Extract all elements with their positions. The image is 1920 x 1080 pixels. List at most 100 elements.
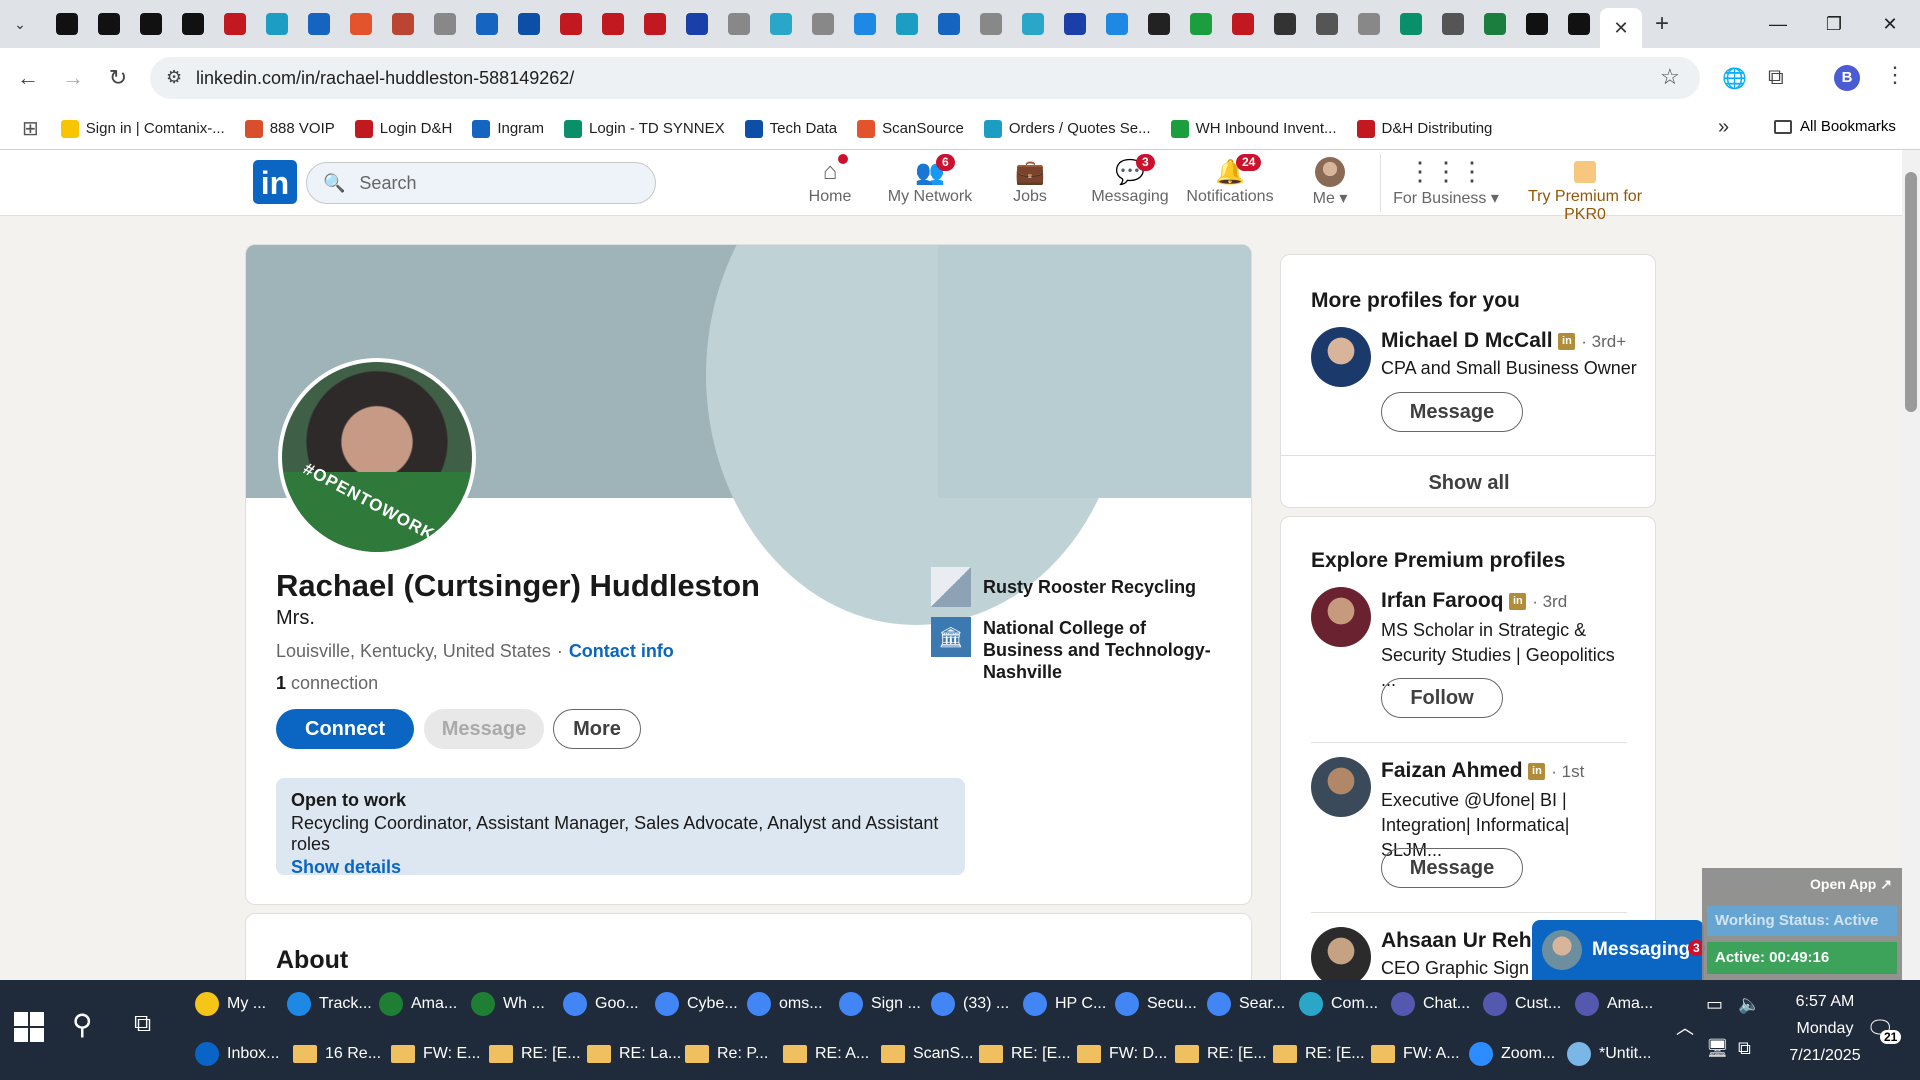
browser-tab[interactable] — [1558, 6, 1600, 42]
taskbar-window-button[interactable]: Ama... — [1575, 982, 1653, 1026]
nav-notifications[interactable]: 🔔 24 Notifications — [1180, 154, 1280, 206]
page-scrollbar[interactable] — [1902, 150, 1920, 980]
task-view-icon[interactable]: ⧉ — [134, 1010, 151, 1038]
try-premium-link[interactable]: Try Premium for PKR0 — [1510, 156, 1660, 224]
browser-tab[interactable] — [970, 6, 1012, 42]
bookmark-item[interactable]: Login - TD SYNNEX — [564, 119, 725, 138]
taskbar-window-button[interactable]: *Untit... — [1567, 1032, 1651, 1076]
search-input[interactable]: Search — [359, 173, 416, 194]
more-bookmarks-icon[interactable]: » — [1718, 116, 1729, 139]
follow-button[interactable]: Follow — [1381, 678, 1503, 718]
profile-link[interactable]: Irfan Farooq in · 3rd — [1381, 589, 1567, 613]
taskbar-window-button[interactable]: Cybe... — [655, 982, 738, 1026]
taskbar-window-button[interactable]: HP C... — [1023, 982, 1106, 1026]
messaging-overlay[interactable]: Messaging — [1532, 920, 1704, 980]
nav-home[interactable]: ⌂ Home — [780, 154, 880, 206]
close-window-button[interactable]: ✕ — [1862, 0, 1918, 48]
browser-tab[interactable] — [676, 6, 718, 42]
bookmark-item[interactable]: Orders / Quotes Se... — [983, 119, 1151, 138]
taskbar-window-button[interactable]: My ... — [195, 982, 266, 1026]
browser-tab[interactable] — [1432, 6, 1474, 42]
browser-tab[interactable] — [1516, 6, 1558, 42]
clock[interactable]: 6:57 AM Monday 7/21/2025 — [1770, 988, 1880, 1069]
browser-tab[interactable] — [634, 6, 676, 42]
taskbar-window-button[interactable]: RE: A... — [783, 1032, 869, 1076]
browser-tab[interactable] — [1096, 6, 1138, 42]
battery-icon[interactable]: ▭ — [1706, 994, 1723, 1015]
taskbar-window-button[interactable]: Chat... — [1391, 982, 1470, 1026]
nav-my-network[interactable]: 👥 6 My Network — [880, 154, 980, 206]
back-button[interactable]: ← — [10, 60, 46, 96]
taskbar-window-button[interactable]: Re: P... — [685, 1032, 768, 1076]
message-button[interactable]: Message — [424, 709, 544, 749]
active-tab[interactable]: ✕ — [1600, 8, 1642, 48]
taskbar-window-button[interactable]: Secu... — [1115, 982, 1197, 1026]
browser-tab[interactable] — [340, 6, 382, 42]
search-box[interactable]: 🔍 Search — [306, 162, 656, 204]
chrome-menu-icon[interactable]: ⋮ — [1884, 62, 1906, 88]
taskbar-window-button[interactable]: Zoom... — [1469, 1032, 1555, 1076]
nav-me[interactable]: Me ▾ — [1280, 156, 1380, 208]
taskbar-window-button[interactable]: RE: [E... — [1175, 1032, 1267, 1076]
education-school[interactable]: 🏛 National College of Business and Techn… — [931, 617, 1231, 683]
browser-tab[interactable] — [1012, 6, 1054, 42]
taskbar-window-button[interactable]: Cust... — [1483, 982, 1561, 1026]
browser-tab[interactable] — [550, 6, 592, 42]
contact-info-link[interactable]: Contact info — [569, 641, 674, 662]
site-info-icon[interactable]: ⚙ — [166, 67, 182, 88]
browser-tab[interactable] — [508, 6, 550, 42]
close-tab-icon[interactable]: ✕ — [1613, 18, 1628, 39]
scrollbar-thumb[interactable] — [1905, 172, 1917, 412]
taskbar-window-button[interactable]: RE: La... — [587, 1032, 681, 1076]
taskbar-window-button[interactable]: Goo... — [563, 982, 639, 1026]
bookmark-item[interactable]: Sign in | Comtanix-... — [60, 119, 225, 138]
browser-tab[interactable] — [1054, 6, 1096, 42]
message-button[interactable]: Message — [1381, 392, 1523, 432]
browser-tab[interactable] — [802, 6, 844, 42]
browser-tab[interactable] — [760, 6, 802, 42]
nav-jobs[interactable]: 💼 Jobs — [980, 156, 1080, 206]
taskbar-window-button[interactable]: Track... — [287, 982, 372, 1026]
browser-tab[interactable] — [88, 6, 130, 42]
bookmark-item[interactable]: Ingram — [472, 119, 544, 138]
taskbar-window-button[interactable]: Sign ... — [839, 982, 921, 1026]
taskbar-window-button[interactable]: FW: D... — [1077, 1032, 1167, 1076]
browser-tab[interactable] — [1474, 6, 1516, 42]
reload-button[interactable]: ↻ — [100, 60, 136, 96]
bookmark-item[interactable]: 888 VOIP — [244, 119, 335, 138]
browser-tab[interactable] — [1180, 6, 1222, 42]
browser-tab[interactable] — [1138, 6, 1180, 42]
for-business-menu[interactable]: ⋮⋮⋮ For Business ▾ — [1386, 156, 1506, 208]
show-all-link[interactable]: Show all — [1281, 472, 1655, 495]
display-icon[interactable]: ⧉ — [1738, 1038, 1751, 1059]
avatar[interactable] — [1311, 587, 1371, 647]
show-details-link[interactable]: Show details — [291, 857, 950, 878]
browser-tab[interactable] — [592, 6, 634, 42]
browser-tab[interactable] — [424, 6, 466, 42]
avatar[interactable] — [1311, 927, 1371, 987]
message-button[interactable]: Message — [1381, 848, 1523, 888]
browser-tab[interactable] — [214, 6, 256, 42]
network-icon[interactable]: 🖥 — [1706, 1038, 1729, 1059]
avatar[interactable] — [1311, 327, 1371, 387]
taskbar-window-button[interactable]: FW: A... — [1371, 1032, 1460, 1076]
bookmark-star-icon[interactable]: ☆ — [1660, 64, 1680, 90]
browser-tab[interactable] — [928, 6, 970, 42]
taskbar-window-button[interactable]: Ama... — [379, 982, 457, 1026]
restore-button[interactable]: ❐ — [1806, 0, 1862, 48]
browser-tab[interactable] — [466, 6, 508, 42]
open-app-button[interactable]: Open App ↗ — [1810, 876, 1892, 893]
taskbar-window-button[interactable]: (33) ... — [931, 982, 1009, 1026]
browser-tab[interactable] — [1306, 6, 1348, 42]
taskbar-window-button[interactable]: RE: [E... — [489, 1032, 581, 1076]
taskbar-window-button[interactable]: RE: [E... — [979, 1032, 1071, 1076]
taskbar-window-button[interactable]: ScanS... — [881, 1032, 973, 1076]
connections-row[interactable]: 1 connection — [276, 673, 378, 694]
taskbar-window-button[interactable]: Wh ... — [471, 982, 545, 1026]
taskbar-window-button[interactable]: Inbox... — [195, 1032, 279, 1076]
extensions-icon[interactable]: ⧉ — [1768, 64, 1784, 90]
translate-icon[interactable]: 🌐 — [1722, 66, 1747, 91]
bookmark-item[interactable]: WH Inbound Invent... — [1170, 119, 1337, 138]
forward-button[interactable]: → — [55, 60, 91, 96]
start-button[interactable] — [12, 1010, 46, 1044]
